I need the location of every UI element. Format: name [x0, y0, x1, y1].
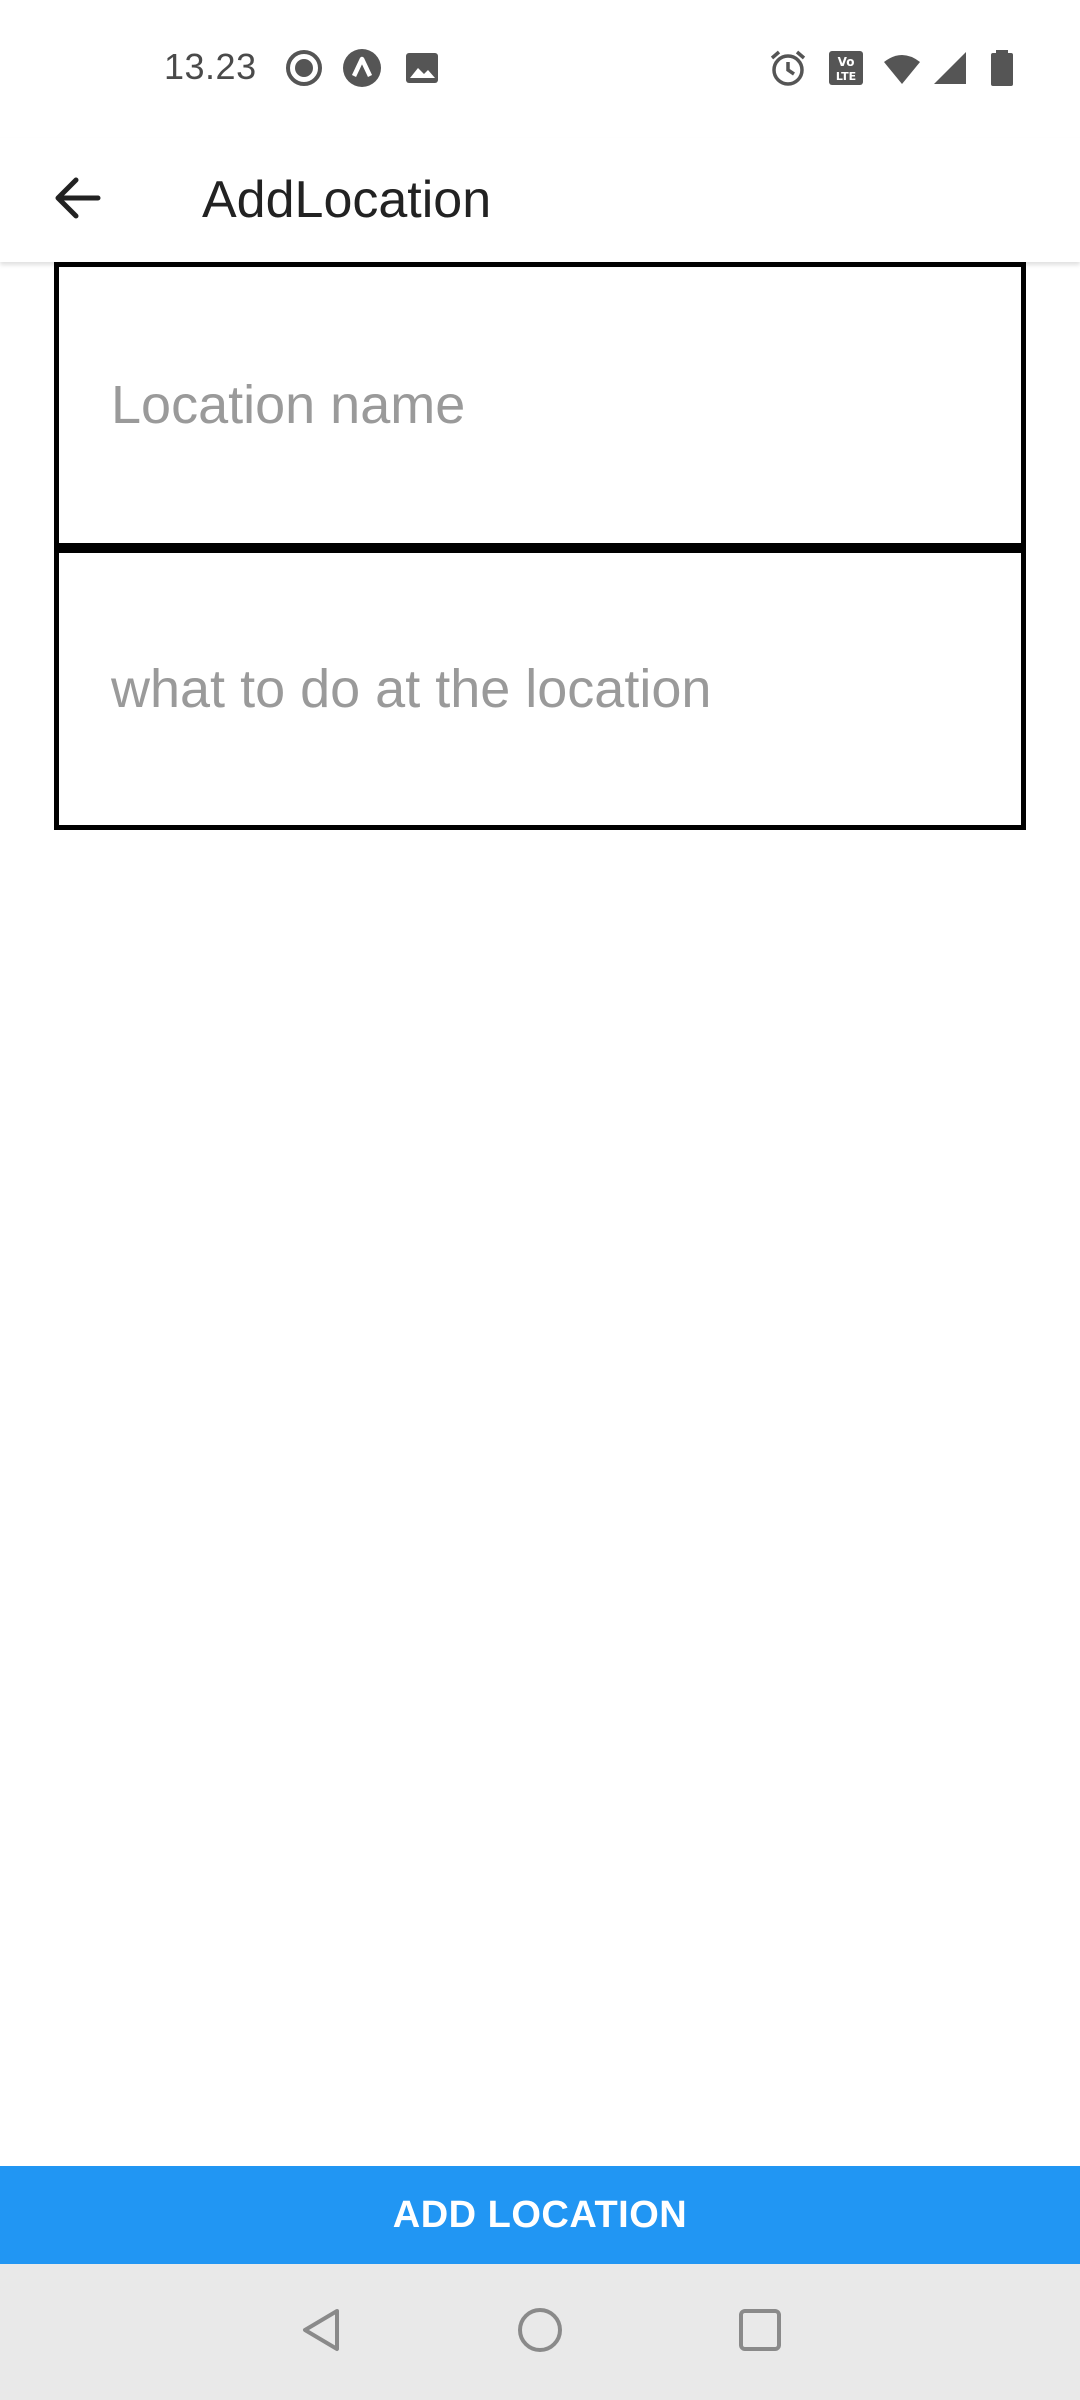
app-bar: AddLocation	[0, 138, 1080, 262]
nav-back-button[interactable]	[282, 2292, 362, 2372]
add-location-form	[54, 262, 1026, 830]
wifi-icon	[882, 48, 922, 88]
location-task-input[interactable]	[111, 658, 971, 720]
location-name-input[interactable]	[111, 374, 971, 436]
add-location-button[interactable]: ADD LOCATION	[0, 2166, 1080, 2264]
back-button[interactable]	[38, 164, 118, 236]
system-nav-bar	[0, 2264, 1080, 2400]
nav-recents-button[interactable]	[720, 2292, 800, 2372]
svg-text:LTE: LTE	[836, 70, 856, 83]
status-time: 13.23	[164, 46, 257, 87]
nav-home-button[interactable]	[500, 2292, 580, 2372]
page-title: AddLocation	[202, 171, 492, 229]
svg-text:Vo: Vo	[838, 55, 855, 69]
signal-icon	[930, 48, 970, 88]
image-icon	[402, 48, 442, 88]
arrow-left-icon	[50, 170, 106, 231]
location-name-field[interactable]	[54, 262, 1026, 548]
app-notification-icon	[342, 48, 382, 88]
battery-icon	[982, 48, 1022, 88]
alarm-icon	[768, 48, 808, 88]
back-triangle-icon	[297, 2305, 347, 2360]
recents-square-icon	[735, 2305, 785, 2360]
home-circle-icon	[515, 2305, 565, 2360]
location-task-field[interactable]	[54, 544, 1026, 830]
record-icon	[284, 48, 324, 88]
volte-icon: Vo LTE	[826, 48, 866, 88]
status-bar: 13.23 Vo LTE	[0, 0, 1080, 138]
